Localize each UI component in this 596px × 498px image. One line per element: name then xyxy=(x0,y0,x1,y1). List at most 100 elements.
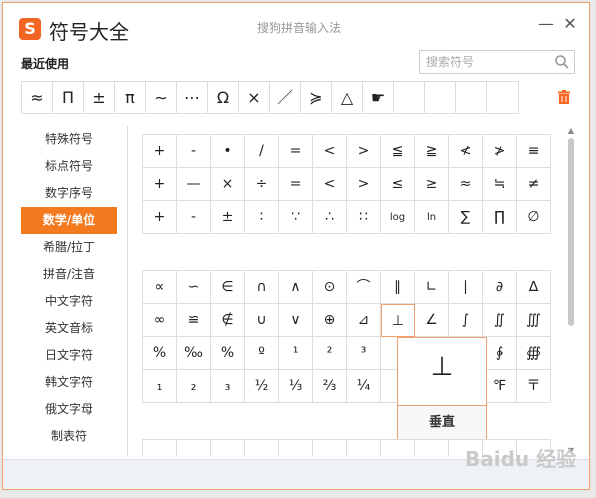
symbol-cell[interactable]: = xyxy=(279,135,313,168)
recent-symbol-cell[interactable]: ／ xyxy=(270,82,301,113)
symbol-cell[interactable]: ∏ xyxy=(483,201,517,234)
symbol-cell[interactable]: ∝ xyxy=(143,271,177,304)
symbol-cell[interactable] xyxy=(347,440,381,456)
recent-symbol-cell[interactable]: Ω xyxy=(208,82,239,113)
minimize-button[interactable]: — xyxy=(537,15,555,33)
symbol-cell[interactable]: ≤ xyxy=(381,168,415,201)
symbol-cell[interactable]: ¹ xyxy=(279,337,313,370)
symbol-cell[interactable]: ½ xyxy=(245,370,279,403)
scroll-thumb[interactable] xyxy=(568,138,574,326)
symbol-cell[interactable]: ÷ xyxy=(245,168,279,201)
recent-symbol-cell[interactable] xyxy=(394,82,425,113)
search-icon[interactable] xyxy=(554,54,570,70)
search-input[interactable] xyxy=(420,51,550,73)
sidebar-item[interactable]: 英文音标 xyxy=(21,315,117,342)
symbol-cell[interactable]: ∲ xyxy=(483,337,517,370)
symbol-cell[interactable]: ∑ xyxy=(449,201,483,234)
recent-symbol-cell[interactable]: ≈ xyxy=(22,82,53,113)
symbol-cell[interactable]: % xyxy=(143,337,177,370)
symbol-cell[interactable]: ∉ xyxy=(211,304,245,337)
symbol-cell[interactable]: / xyxy=(245,135,279,168)
sidebar-item[interactable]: 特殊符号 xyxy=(21,126,117,153)
symbol-cell[interactable]: ∫ xyxy=(449,304,483,337)
symbol-cell[interactable]: ⌒ xyxy=(347,271,381,304)
symbol-cell[interactable]: • xyxy=(211,135,245,168)
symbol-cell[interactable]: ≒ xyxy=(483,168,517,201)
sidebar-item[interactable]: 俄文字母 xyxy=(21,396,117,423)
symbol-cell[interactable]: ⊙ xyxy=(313,271,347,304)
symbol-cell[interactable]: < xyxy=(313,135,347,168)
symbol-cell[interactable]: ∥ xyxy=(381,271,415,304)
symbol-cell[interactable]: ln xyxy=(415,201,449,234)
symbol-cell[interactable]: — xyxy=(177,168,211,201)
symbol-cell[interactable]: ∧ xyxy=(279,271,313,304)
symbol-cell[interactable]: ≯ xyxy=(483,135,517,168)
symbol-cell[interactable]: ₂ xyxy=(177,370,211,403)
symbol-cell[interactable]: ∟ xyxy=(415,271,449,304)
symbol-cell[interactable]: ± xyxy=(211,201,245,234)
symbol-cell[interactable] xyxy=(177,440,211,456)
symbol-cell[interactable]: < xyxy=(313,168,347,201)
scrollbar[interactable]: ▲ ▼ xyxy=(566,126,576,456)
symbol-cell[interactable]: ∽ xyxy=(177,271,211,304)
symbol-cell[interactable]: ∆ xyxy=(517,271,551,304)
recent-symbol-cell[interactable] xyxy=(425,82,456,113)
symbol-cell[interactable]: - xyxy=(177,135,211,168)
symbol-cell[interactable]: log xyxy=(381,201,415,234)
symbol-cell[interactable]: - xyxy=(177,201,211,234)
close-button[interactable]: ✕ xyxy=(561,15,579,33)
symbol-cell[interactable]: ∅ xyxy=(517,201,551,234)
search-box[interactable] xyxy=(419,50,575,74)
symbol-cell[interactable] xyxy=(245,440,279,456)
recent-symbol-cell[interactable] xyxy=(487,82,518,113)
sidebar-item[interactable]: 希腊/拉丁 xyxy=(21,234,117,261)
recent-symbol-cell[interactable]: ± xyxy=(84,82,115,113)
sidebar-item[interactable]: 拼音/注音 xyxy=(21,261,117,288)
symbol-cell[interactable]: ∵ xyxy=(279,201,313,234)
symbol-cell[interactable]: ℉ xyxy=(483,370,517,403)
sidebar-item[interactable]: 日文字符 xyxy=(21,342,117,369)
trash-icon[interactable] xyxy=(556,89,572,105)
symbol-cell[interactable]: + xyxy=(143,135,177,168)
symbol-cell[interactable]: ⊕ xyxy=(313,304,347,337)
symbol-cell[interactable]: ₁ xyxy=(143,370,177,403)
symbol-cell[interactable]: ∬ xyxy=(483,304,517,337)
symbol-cell[interactable]: 〒 xyxy=(517,370,551,403)
recent-symbol-cell[interactable]: ☛ xyxy=(363,82,394,113)
sidebar-item[interactable]: 中文字符 xyxy=(21,288,117,315)
scroll-up-arrow[interactable]: ▲ xyxy=(566,126,576,136)
symbol-cell[interactable]: ≠ xyxy=(517,168,551,201)
symbol-cell[interactable]: ² xyxy=(313,337,347,370)
symbol-cell[interactable]: > xyxy=(347,135,381,168)
symbol-cell[interactable]: ∨ xyxy=(279,304,313,337)
sidebar-item[interactable]: 制表符 xyxy=(21,423,117,450)
symbol-cell[interactable]: ³ xyxy=(347,337,381,370)
sidebar-item[interactable]: 标点符号 xyxy=(21,153,117,180)
recent-symbol-cell[interactable]: π xyxy=(115,82,146,113)
symbol-cell[interactable]: ∣ xyxy=(449,271,483,304)
symbol-cell[interactable]: ∪ xyxy=(245,304,279,337)
symbol-cell[interactable]: × xyxy=(211,168,245,201)
symbol-cell[interactable]: º xyxy=(245,337,279,370)
symbol-cell[interactable]: ∩ xyxy=(245,271,279,304)
symbol-cell[interactable]: ⊥ xyxy=(381,304,415,337)
recent-symbol-cell[interactable]: Π xyxy=(53,82,84,113)
recent-symbol-cell[interactable] xyxy=(456,82,487,113)
sidebar-item[interactable]: 数学/单位 xyxy=(21,207,117,234)
symbol-cell[interactable]: ⅓ xyxy=(279,370,313,403)
sidebar-item[interactable]: 数字序号 xyxy=(21,180,117,207)
symbol-cell[interactable]: ∰ xyxy=(517,337,551,370)
symbol-cell[interactable]: > xyxy=(347,168,381,201)
symbol-cell[interactable] xyxy=(279,440,313,456)
recent-symbol-cell[interactable]: ⋯ xyxy=(177,82,208,113)
symbol-cell[interactable]: ⊿ xyxy=(347,304,381,337)
symbol-cell[interactable]: ∂ xyxy=(483,271,517,304)
recent-symbol-cell[interactable]: ∼ xyxy=(146,82,177,113)
symbol-cell[interactable]: ∭ xyxy=(517,304,551,337)
symbol-cell[interactable] xyxy=(415,440,449,456)
symbol-cell[interactable]: ∠ xyxy=(415,304,449,337)
symbol-cell[interactable]: ≦ xyxy=(381,135,415,168)
symbol-cell[interactable] xyxy=(381,440,415,456)
symbol-cell[interactable]: ≈ xyxy=(449,168,483,201)
symbol-cell[interactable] xyxy=(143,440,177,456)
